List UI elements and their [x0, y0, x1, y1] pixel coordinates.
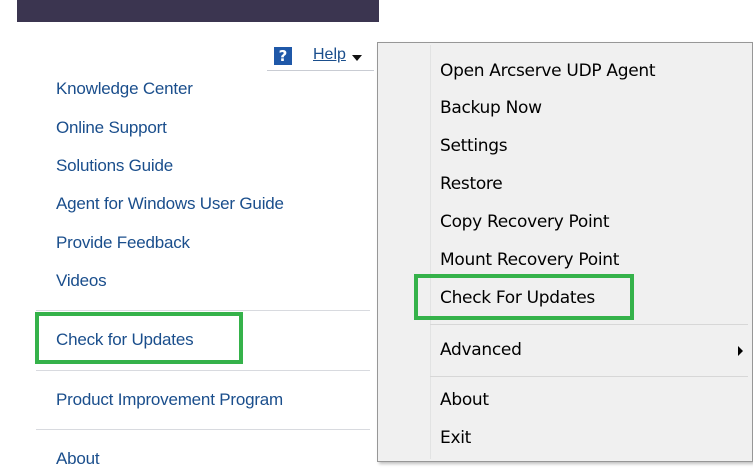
- ctx-item-settings[interactable]: Settings: [440, 136, 508, 156]
- ctx-item-copy-recovery-point[interactable]: Copy Recovery Point: [440, 212, 610, 232]
- menu-item-user-guide[interactable]: Agent for Windows User Guide: [56, 194, 284, 214]
- menu-item-product-improvement[interactable]: Product Improvement Program: [56, 390, 283, 410]
- ctx-item-mount-recovery-point[interactable]: Mount Recovery Point: [440, 250, 619, 270]
- ctx-item-open-agent[interactable]: Open Arcserve UDP Agent: [440, 61, 656, 81]
- menu-separator: [36, 429, 370, 430]
- menu-item-solutions-guide[interactable]: Solutions Guide: [56, 156, 173, 176]
- chevron-down-icon[interactable]: [352, 55, 362, 61]
- ctx-item-exit[interactable]: Exit: [440, 428, 471, 448]
- window-title-bar: [17, 0, 379, 22]
- menu-icon-gutter: [430, 45, 431, 459]
- help-question-icon[interactable]: ?: [274, 47, 292, 65]
- help-menu-link[interactable]: Help: [313, 46, 346, 64]
- highlight-box-left: [35, 312, 243, 364]
- help-divider: [267, 70, 374, 71]
- chevron-right-icon: [738, 346, 743, 356]
- menu-separator: [430, 376, 748, 377]
- menu-item-videos[interactable]: Videos: [56, 271, 107, 291]
- menu-item-about[interactable]: About: [56, 449, 100, 469]
- ctx-item-advanced[interactable]: Advanced: [440, 340, 522, 360]
- menu-item-provide-feedback[interactable]: Provide Feedback: [56, 233, 190, 253]
- menu-separator: [36, 310, 370, 311]
- menu-item-online-support[interactable]: Online Support: [56, 118, 167, 138]
- menu-separator: [430, 324, 748, 325]
- menu-item-knowledge-center[interactable]: Knowledge Center: [56, 79, 193, 99]
- ctx-item-restore[interactable]: Restore: [440, 174, 503, 194]
- menu-separator: [36, 370, 370, 371]
- ctx-item-about[interactable]: About: [440, 390, 489, 410]
- highlight-box-context: [414, 274, 634, 320]
- ctx-item-backup-now[interactable]: Backup Now: [440, 98, 542, 118]
- tray-context-menu: Open Arcserve UDP Agent Backup Now Setti…: [377, 42, 753, 462]
